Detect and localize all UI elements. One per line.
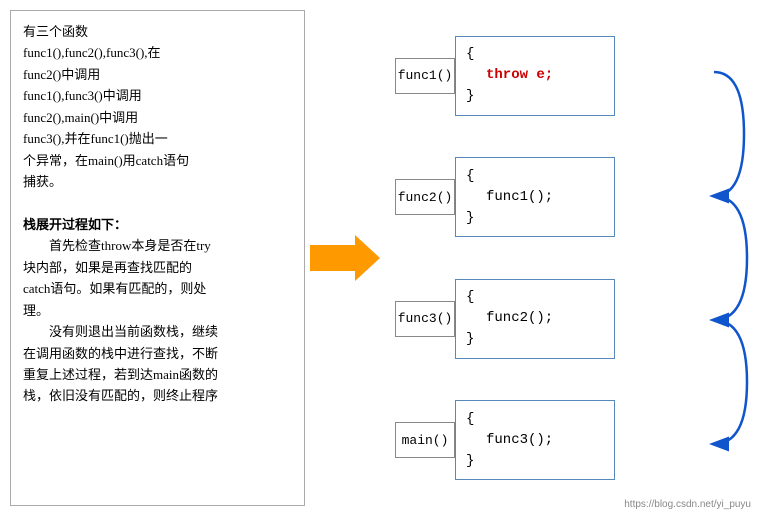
main-label: main() — [395, 422, 455, 458]
func1-box: { throw e; } — [455, 36, 615, 116]
main-box: { func3(); } — [455, 400, 615, 480]
func1-row: func1() { throw e; } — [395, 28, 751, 123]
text-line7: 个异常，在main()用catch语句 — [23, 153, 189, 168]
func2-row: func2() { func1(); } — [395, 150, 751, 245]
para2-indent: 没有则退出当前函数栈，继续 — [23, 324, 218, 339]
right-panel: func1() { throw e; } func2() { func1(); … — [385, 10, 751, 506]
left-panel: 有三个函数 func1(),func2(),func3(),在 func2()中… — [10, 10, 305, 506]
func2-box: { func1(); } — [455, 157, 615, 237]
func3-box: { func2(); } — [455, 279, 615, 359]
func1-label: func1() — [395, 58, 455, 94]
text-line5: func2(),main()中调用 — [23, 110, 138, 125]
para2: 在调用函数的栈中进行查找，不断 — [23, 346, 218, 361]
text-line4: func1(),func3()中调用 — [23, 88, 142, 103]
para1-indent: 首先检查throw本身是否在try — [23, 238, 211, 253]
text-line2: func1(),func2(),func3(),在 — [23, 45, 161, 60]
para1b: catch语句。如果有匹配的，则处 — [23, 281, 206, 296]
main-code: func3(); — [466, 430, 553, 451]
text-line1: 有三个函数 — [23, 24, 88, 39]
text-line8: 捕获。 — [23, 174, 62, 189]
para1c: 理。 — [23, 303, 49, 318]
left-text: 有三个函数 func1(),func2(),func3(),在 func2()中… — [23, 21, 292, 407]
para1: 块内部，如果是再查找匹配的 — [23, 260, 192, 275]
watermark: https://blog.csdn.net/yi_puyu — [624, 499, 751, 510]
func1-code: throw e; — [466, 65, 553, 86]
func3-label: func3() — [395, 301, 455, 337]
text-line6: func3(),并在func1()抛出一 — [23, 131, 168, 146]
func2-code: func1(); — [466, 187, 553, 208]
text-line3: func2()中调用 — [23, 67, 100, 82]
main-container: 有三个函数 func1(),func2(),func3(),在 func2()中… — [0, 0, 761, 516]
para2c: 栈，依旧没有匹配的，则终止程序 — [23, 388, 218, 403]
func2-label: func2() — [395, 179, 455, 215]
main-row: main() { func3(); } — [395, 393, 751, 488]
func3-row: func3() { func2(); } — [395, 271, 751, 366]
para2b: 重复上述过程，若到达main函数的 — [23, 367, 218, 382]
arrow-container — [305, 10, 385, 506]
right-wrapper: func1() { throw e; } func2() { func1(); … — [385, 10, 751, 506]
section-title: 栈展开过程如下： — [23, 217, 127, 232]
func3-code: func2(); — [466, 308, 553, 329]
big-arrow-icon — [310, 233, 380, 283]
